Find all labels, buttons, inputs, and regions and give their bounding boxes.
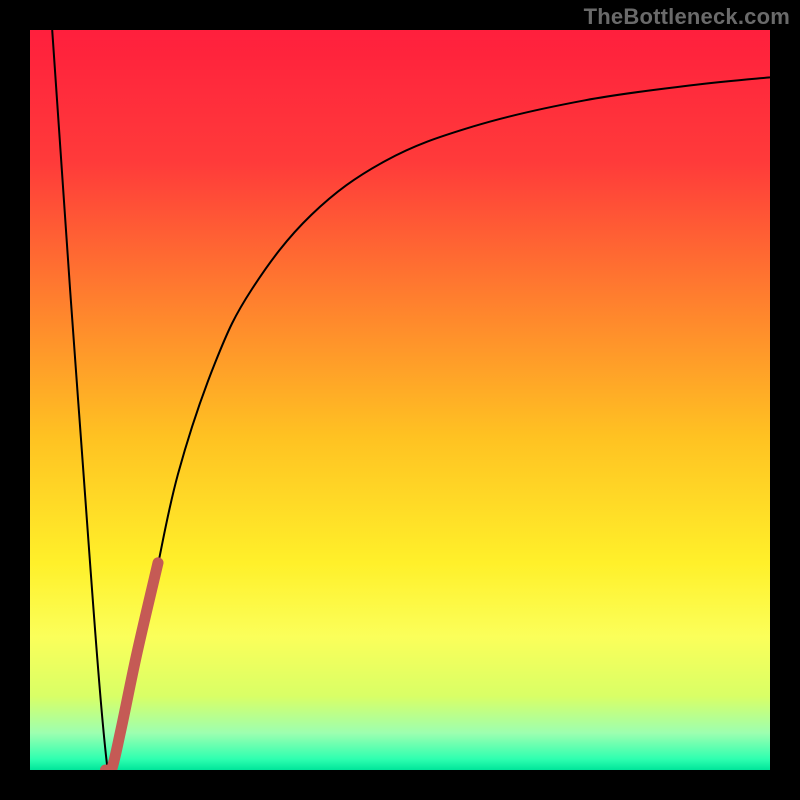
plot-area: [30, 30, 770, 770]
chart-frame: TheBottleneck.com: [0, 0, 800, 800]
watermark-text: TheBottleneck.com: [584, 4, 790, 30]
chart-svg: [30, 30, 770, 770]
